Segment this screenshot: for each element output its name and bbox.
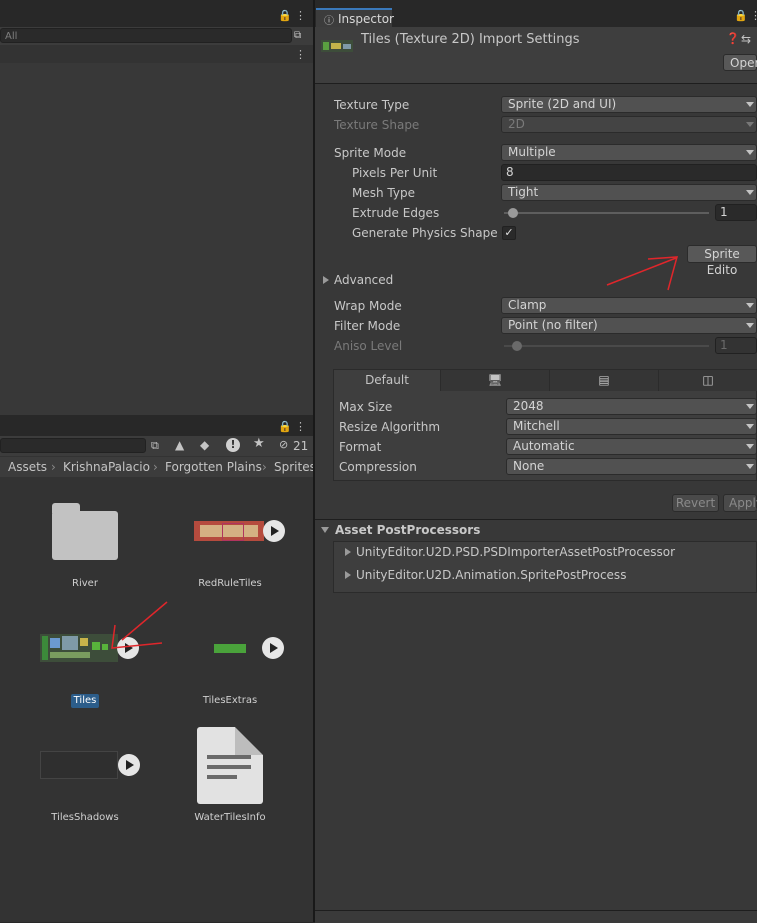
annotation-arrowhead: [647, 256, 679, 291]
annotation-arrow-line: [606, 257, 677, 286]
annotation-arrowhead: [111, 624, 163, 649]
annotation-arrow-line: [121, 601, 168, 641]
annotation-arrows: [111, 256, 679, 649]
